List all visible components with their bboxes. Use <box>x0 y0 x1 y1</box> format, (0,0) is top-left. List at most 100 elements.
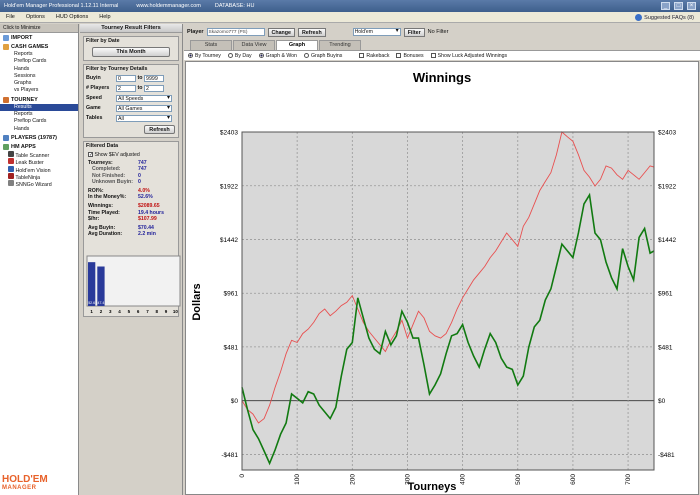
nav-app-snngo-wizard[interactable]: SNNGo Wizard <box>0 180 78 188</box>
option-label: Show Luck Adjusted Winnings <box>437 52 508 59</box>
x-tick-label: 600 <box>570 474 577 485</box>
nav-tourney-reports[interactable]: Reports <box>0 111 78 118</box>
nav-tourney-hands[interactable]: Hands <box>0 126 78 133</box>
cash-games-icon <box>3 44 9 50</box>
x-tick-label: 0 <box>239 474 246 478</box>
players-to-input[interactable]: 2 <box>144 84 164 92</box>
menu-help[interactable]: Help <box>99 14 110 20</box>
buyin-to-input[interactable]: 9999 <box>144 74 164 82</box>
nav-cash-preflop-cards[interactable]: Preflop Cards <box>0 58 78 65</box>
nav-tourney[interactable]: TOURNEY <box>0 96 78 104</box>
finish-position-label: 3 <box>109 309 112 314</box>
chart-title: Winnings <box>413 70 471 85</box>
nav-players[interactable]: PLAYERS (19787) <box>0 134 78 142</box>
speed-select[interactable]: All Speeds <box>116 94 172 102</box>
hm-apps-icon <box>3 143 9 150</box>
luck-adjusted-option[interactable]: Show Luck Adjusted Winnings <box>430 52 508 59</box>
left-navigation: Click to Minimize IMPORT CASH GAMES Repo… <box>0 24 79 495</box>
x-tick-label: 200 <box>349 474 356 485</box>
filter-by-date-group: Filter by Date This Month <box>83 36 179 61</box>
menu-file[interactable]: File <box>6 14 15 20</box>
stat-value: 2.2 min <box>138 231 156 238</box>
buyin-from-input[interactable]: 0 <box>116 74 136 82</box>
by-day-option[interactable]: By Day <box>227 53 252 59</box>
nav-cash-hands[interactable]: Hands <box>0 66 78 73</box>
luck-adjusted-checkbox[interactable] <box>430 53 436 58</box>
nav-import[interactable]: IMPORT <box>0 34 78 42</box>
tab-stats[interactable]: Stats <box>190 40 232 50</box>
change-player-button[interactable]: Change <box>267 27 295 37</box>
nav-app-holdem-vision[interactable]: Hold'em Vision <box>0 165 78 174</box>
nav-cash-sessions[interactable]: Sessions <box>0 73 78 80</box>
main-content: Player Skazomo777 (PS) Change Refresh Ho… <box>184 24 700 495</box>
nav-hm-apps[interactable]: HM APPS <box>0 143 78 151</box>
nav-tourney-preflop-cards[interactable]: Preflop Cards <box>0 118 78 125</box>
rakeback-option[interactable]: Rakeback <box>359 53 389 59</box>
tables-row: Tables All <box>84 113 178 123</box>
finish-position-label: 2 <box>100 309 103 314</box>
finish-position-label: 5 <box>128 309 131 314</box>
tables-select[interactable]: All <box>116 114 172 122</box>
speed-label: Speed <box>86 95 102 101</box>
finish-position-label: 9 <box>165 309 168 314</box>
tab-data-view[interactable]: Data View <box>233 40 275 50</box>
bonuses-checkbox[interactable] <box>396 53 402 58</box>
x-tick-label: 500 <box>515 474 522 485</box>
nav-app-tableninja[interactable]: TableNinja <box>0 172 78 181</box>
stat-label: Unknown Buyin: <box>92 178 133 185</box>
y-tick-label-left: $0 <box>231 398 239 405</box>
nav-cash-reports[interactable]: Reports <box>0 51 78 58</box>
winnings-chart: Winnings Tourneys Dollars -$481 -$481 $0 $0 $48… <box>191 70 676 493</box>
tableninja-icon <box>8 172 14 179</box>
click-to-minimize-button[interactable]: Click to Minimize <box>0 24 78 33</box>
graph-buyins-radio[interactable] <box>303 53 309 58</box>
tab-graph[interactable]: Graph <box>276 40 318 50</box>
nav-cash-graphs[interactable]: Graphs <box>0 80 78 87</box>
maximize-window-icon[interactable]: □ <box>674 2 683 10</box>
nav-app-table-scanner[interactable]: Table Scanner <box>0 150 78 159</box>
filtered-data-group: Filtered Data ✓ Show $EV adjusted Tourne… <box>83 141 181 317</box>
window-titlebar: Hold'em Manager Professional 1.12.11 Int… <box>0 0 700 12</box>
player-name-field[interactable]: Skazomo777 (PS) <box>206 28 265 36</box>
holdem-vision-icon <box>8 165 14 172</box>
game-select[interactable]: All Games <box>116 104 172 112</box>
tab-trending[interactable]: Trending <box>319 40 361 50</box>
by-day-radio[interactable] <box>227 53 233 58</box>
graph-won-option[interactable]: Graph & Won <box>258 53 297 59</box>
close-window-icon[interactable]: × <box>687 2 696 10</box>
filter-button[interactable]: Filter <box>403 27 425 37</box>
players-from-input[interactable]: 2 <box>116 84 136 92</box>
minimize-window-icon[interactable]: _ <box>661 2 670 10</box>
rakeback-checkbox[interactable] <box>359 53 365 58</box>
finish-position-label: 8 <box>155 309 158 314</box>
nav-cash-vs-players[interactable]: vs Players <box>0 87 78 94</box>
menu-hud-options[interactable]: HUD Options <box>56 14 88 20</box>
nav-tourney-results[interactable]: Results <box>0 103 78 112</box>
show-ev-checkbox[interactable]: ✓ <box>88 152 93 158</box>
x-tick-label: 100 <box>294 474 301 485</box>
graph-won-radio[interactable] <box>258 53 264 58</box>
player-toolbar: Player Skazomo777 (PS) Change Refresh Ho… <box>184 24 700 40</box>
buyin-row: Buyin 0 to 9999 <box>84 73 178 83</box>
filters-refresh-button[interactable]: Refresh <box>144 125 175 134</box>
toolbar-refresh-button[interactable]: Refresh <box>297 27 326 37</box>
by-tourney-radio[interactable] <box>188 53 193 58</box>
bonuses-option[interactable]: Bonuses <box>396 53 424 59</box>
nav-app-leak-buster[interactable]: Leak Buster <box>0 158 78 166</box>
y-tick-label-right: $1442 <box>658 237 676 244</box>
buyin-to-separator: to <box>137 75 143 81</box>
nav-cash-games[interactable]: CASH GAMES <box>0 43 78 51</box>
x-tick-label: 700 <box>625 474 632 485</box>
y-tick-label-right: $481 <box>658 344 673 351</box>
graph-buyins-option[interactable]: Graph Buyins <box>303 53 342 59</box>
stat-label: In the Money%: <box>88 194 127 201</box>
filter-panel-header: Tourney Result Filters <box>80 24 182 33</box>
by-tourney-option[interactable]: By Tourney <box>188 53 221 59</box>
suggested-faqs-link[interactable]: Suggested FAQs (8) <box>635 13 694 21</box>
game-type-select[interactable]: Hold'em <box>352 28 401 36</box>
players-label: # Players <box>86 85 110 91</box>
menu-options[interactable]: Options <box>26 14 45 20</box>
this-month-button[interactable]: This Month <box>92 47 170 57</box>
tourney-filter-panel: Tourney Result Filters Filter by Date Th… <box>80 24 183 495</box>
help-icon <box>635 13 643 21</box>
